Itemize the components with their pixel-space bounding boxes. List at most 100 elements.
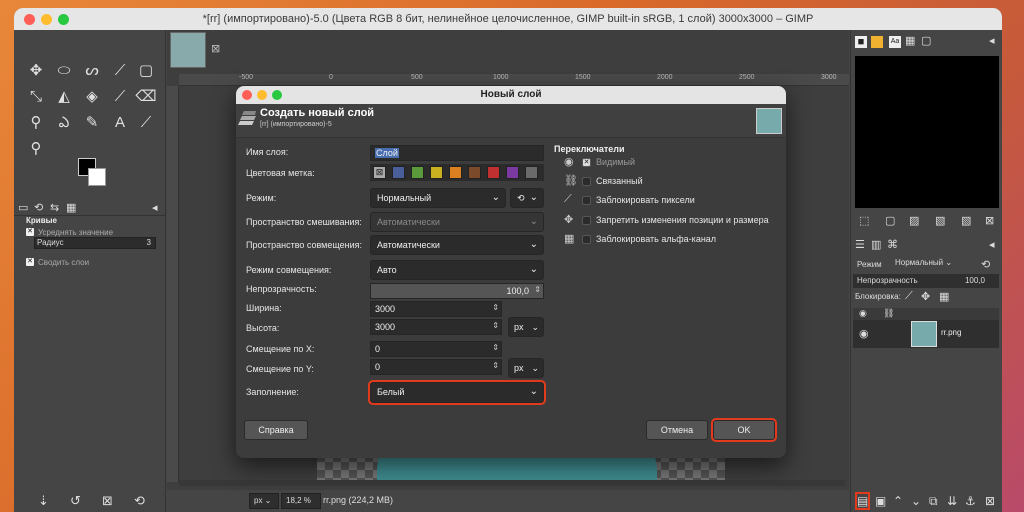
save-options-icon[interactable]: ⇣ — [38, 493, 49, 509]
tab-menu-icon[interactable]: ◂ — [152, 201, 158, 214]
anchor-icon[interactable]: ⚓ — [965, 494, 976, 508]
fill-select[interactable]: Белый ⌄ — [368, 380, 546, 405]
spin-arrows-icon[interactable]: ⇕ — [492, 322, 499, 330]
device-status-tab-icon[interactable]: ⟲ — [34, 201, 43, 214]
channels-tab-icon[interactable]: ▥ — [871, 238, 881, 251]
text-tool-icon[interactable]: A — [108, 112, 132, 134]
mode-switch-button[interactable]: ⟲ ⌄ — [510, 188, 544, 208]
color-tag-orange[interactable] — [449, 166, 462, 179]
tool-options-tab-icon[interactable]: ▭ — [18, 201, 28, 214]
eye-icon[interactable]: ◉ — [859, 327, 869, 340]
horizontal-scrollbar[interactable] — [179, 480, 845, 486]
zoom-icon[interactable]: ⚲ — [24, 138, 48, 160]
raise-layer-icon[interactable]: ⌃ — [893, 494, 903, 508]
lock-alpha-switch[interactable]: ▦ Заблокировать альфа-канал — [564, 232, 784, 248]
color-tag-yellow[interactable] — [430, 166, 443, 179]
layer-row[interactable]: ◉ rr.png — [853, 320, 999, 348]
dock-menu-icon[interactable]: ◂ — [989, 34, 995, 47]
edit-brush-icon[interactable]: ▧ — [961, 214, 971, 227]
path-icon[interactable]: ✎ — [80, 112, 104, 134]
smudge-icon[interactable]: ఎ — [52, 112, 76, 134]
visible-checkbox[interactable]: ✕ — [582, 158, 591, 167]
patterns-tab-icon[interactable]: ▢ — [921, 34, 931, 47]
composite-space-select[interactable]: Автоматически ⌄ — [370, 235, 544, 255]
new-layer-button[interactable]: ▤ — [854, 492, 871, 510]
edit-icon[interactable]: ▨ — [909, 214, 919, 227]
color-tag-green[interactable] — [411, 166, 424, 179]
dialog-zoom-button[interactable] — [272, 90, 282, 100]
radius-field[interactable]: Радиус 3 — [34, 237, 156, 249]
zoom-window-button[interactable] — [58, 14, 69, 25]
lock-position-switch[interactable]: ✥ Запретить изменения позиции и размера — [564, 213, 784, 229]
background-color-swatch[interactable] — [88, 168, 106, 186]
color-tag-brown[interactable] — [468, 166, 481, 179]
reset-options-icon[interactable]: ⟲ — [134, 493, 145, 509]
duplicate-icon[interactable]: ▧ — [935, 214, 945, 227]
mode-switch-icon[interactable]: ⟲ — [981, 258, 990, 271]
offset-unit-select[interactable]: px ⌄ — [508, 358, 544, 378]
cancel-button[interactable]: Отмена — [646, 420, 708, 440]
sample-merged-checkbox[interactable]: ✕ — [26, 258, 34, 266]
ellipse-select-icon[interactable]: ⬭ — [52, 60, 76, 82]
dialog-close-button[interactable] — [242, 90, 252, 100]
color-picker-icon[interactable]: ⟋ — [134, 112, 158, 134]
new-group-icon[interactable]: ▣ — [875, 494, 886, 508]
fonts-tab-icon[interactable]: Aa — [889, 36, 901, 48]
crop-icon[interactable]: ▢ — [134, 60, 158, 82]
colors-tab-icon[interactable] — [871, 36, 883, 48]
ok-button[interactable]: OK — [711, 418, 777, 442]
lock-pixels-icon[interactable]: ⟋ — [905, 290, 913, 303]
brushes-tab-icon[interactable]: ▦ — [905, 34, 915, 47]
size-unit-select[interactable]: px ⌄ — [508, 317, 544, 337]
opacity-slider[interactable]: 100,0 ⇕ — [370, 283, 544, 299]
spin-arrows-icon[interactable]: ⇕ — [534, 286, 541, 294]
layers-menu-icon[interactable]: ◂ — [989, 238, 995, 251]
close-tab-icon[interactable]: ⊠ — [211, 42, 220, 55]
lock-position-icon[interactable]: ✥ — [921, 290, 930, 303]
delete-icon[interactable]: ⊠ — [985, 214, 994, 227]
lasso-icon[interactable]: ᔕ — [80, 60, 104, 82]
help-button[interactable]: Справка — [244, 420, 308, 440]
paste-icon[interactable]: ▢ — [885, 214, 895, 227]
lock-alpha-checkbox[interactable] — [582, 235, 591, 244]
mode-select[interactable]: Нормальный ⌄ — [370, 188, 506, 208]
color-tag-red[interactable] — [487, 166, 500, 179]
unit-selector[interactable]: px ⌄ — [249, 493, 279, 509]
clone-icon[interactable]: ⚲ — [24, 112, 48, 134]
layer-name-input[interactable]: Слой — [370, 145, 544, 161]
bucket-fill-icon[interactable]: ◈ — [80, 86, 104, 108]
lock-pixels-checkbox[interactable] — [582, 196, 591, 205]
width-input[interactable]: 3000 ⇕ — [370, 301, 502, 317]
linked-switch[interactable]: ⛓ Связанный — [564, 174, 784, 190]
minimize-window-button[interactable] — [41, 14, 52, 25]
layer-mode-select[interactable]: Нормальный ⌄ — [895, 258, 981, 272]
images-tab-icon[interactable]: ▦ — [66, 201, 76, 214]
color-tag-blue[interactable] — [392, 166, 405, 179]
layers-tab-icon[interactable]: ☰ — [855, 238, 865, 251]
spin-arrows-icon[interactable]: ⇕ — [492, 362, 499, 370]
visible-switch[interactable]: ◉ ✕ Видимый — [564, 155, 784, 171]
paths-tab-icon[interactable]: ⌘ — [887, 238, 898, 251]
composite-mode-select[interactable]: Авто ⌄ — [370, 260, 544, 280]
selection-icon[interactable]: ⬚ — [859, 214, 869, 227]
opacity-slider[interactable]: Непрозрачность 100,0 — [853, 274, 999, 288]
height-input[interactable]: 3000 ⇕ — [370, 319, 502, 335]
lock-alpha-icon[interactable]: ▦ — [939, 290, 949, 303]
lock-pixels-switch[interactable]: ⟋ Заблокировать пиксели — [564, 193, 784, 209]
color-tag-none[interactable]: ⊠ — [373, 166, 386, 179]
restore-options-icon[interactable]: ↺ — [70, 493, 81, 509]
fuzzy-select-icon[interactable]: ⟋ — [108, 60, 132, 82]
zoom-selector[interactable]: 18,2 % — [281, 493, 321, 509]
eraser-icon[interactable]: ⌫ — [134, 86, 158, 108]
warp-icon[interactable]: ◭ — [52, 86, 76, 108]
image-tab-thumbnail[interactable] — [170, 32, 206, 68]
smooth-checkbox[interactable]: ✕ — [26, 228, 34, 236]
merge-down-icon[interactable]: ⇊ — [947, 494, 957, 508]
delete-layer-icon[interactable]: ⊠ — [985, 494, 995, 508]
blend-space-select[interactable]: Автоматически ⌄ — [370, 212, 544, 232]
transform-icon[interactable]: ⤡ — [24, 86, 48, 108]
linked-checkbox[interactable] — [582, 177, 591, 186]
lock-position-checkbox[interactable] — [582, 216, 591, 225]
navigator-preview[interactable] — [855, 56, 999, 208]
move-tool-icon[interactable]: ✥ — [24, 60, 48, 82]
